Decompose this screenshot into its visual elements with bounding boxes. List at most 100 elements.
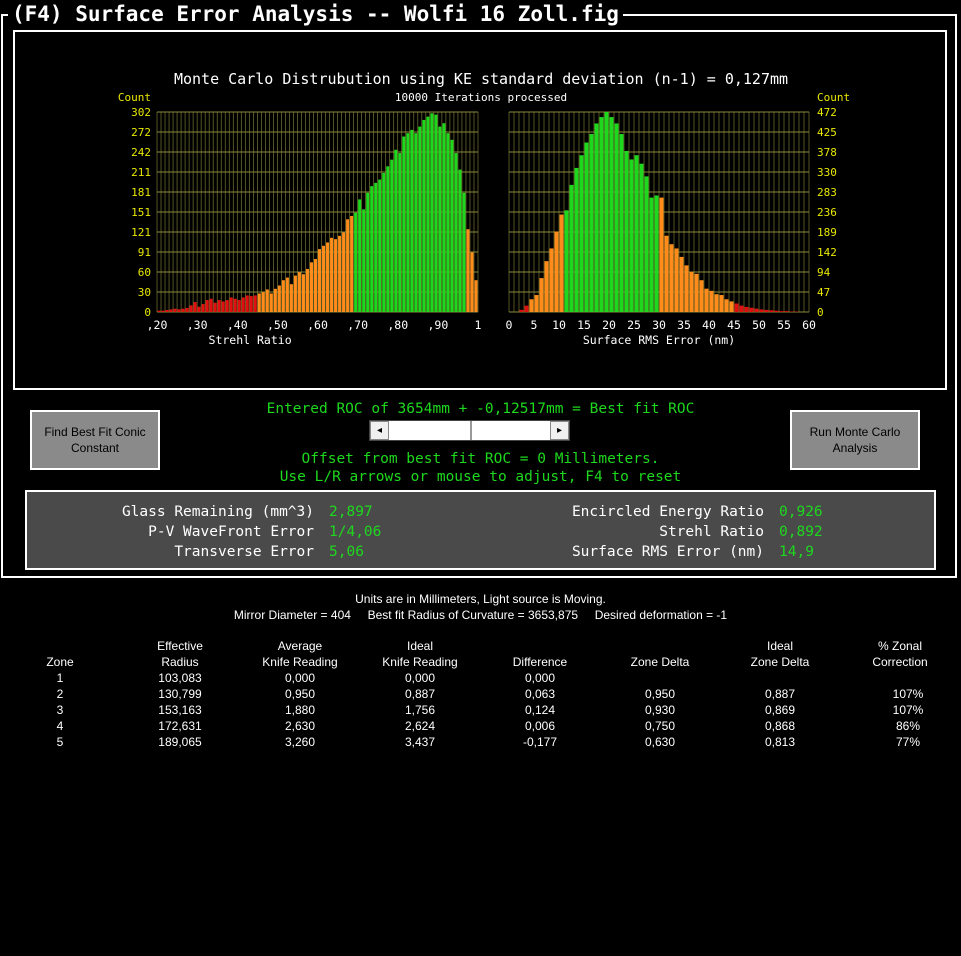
x-axis-label: Surface RMS Error (nm) — [583, 333, 735, 347]
table-cell: 0,950 — [284, 687, 316, 701]
table-header: Zone Delta — [630, 655, 690, 669]
slider-left-arrow-icon[interactable]: ◂ — [370, 421, 389, 440]
histogram-bar — [217, 300, 221, 312]
table-header: Knife Reading — [262, 655, 338, 669]
histogram-bar — [193, 302, 197, 312]
table-cell: 2,624 — [404, 719, 436, 733]
histogram-bar — [569, 184, 574, 312]
x-tick-label: 0 — [506, 318, 513, 332]
histogram-bar — [724, 299, 729, 312]
y-axis-label: Count — [118, 91, 151, 104]
y-tick-label: 121 — [131, 226, 151, 239]
table-cell: 130,799 — [158, 687, 202, 701]
histogram-bar — [354, 212, 358, 312]
y-tick-label: 283 — [817, 186, 837, 199]
histogram-bar — [330, 237, 334, 312]
y-tick-label: 181 — [131, 186, 151, 199]
histogram-bar — [719, 295, 724, 312]
histogram-bar — [474, 280, 478, 312]
histogram-bar — [470, 252, 474, 312]
histogram-bar — [213, 302, 217, 312]
encircled-energy-label: Encircled Energy Ratio — [571, 504, 764, 520]
histogram-bar — [318, 249, 322, 312]
x-tick-label: 25 — [627, 318, 641, 332]
table-cell: 0,887 — [404, 687, 436, 701]
x-tick-label: 1 — [475, 318, 482, 332]
table-cell: 2,630 — [284, 719, 316, 733]
histogram-bar — [201, 304, 205, 312]
histogram-bar — [414, 133, 418, 312]
histogram-bar — [624, 150, 629, 312]
histogram-bar — [406, 133, 410, 312]
histogram-bar — [454, 153, 458, 312]
histogram-bar — [784, 311, 789, 312]
x-tick-label: 15 — [577, 318, 591, 332]
histogram-bar — [466, 229, 470, 312]
y-tick-label: 189 — [817, 226, 837, 239]
histogram-bar — [779, 311, 784, 312]
histogram-bar — [649, 197, 654, 312]
histogram-charts: Monte Carlo Distrubution using KE standa… — [118, 70, 850, 347]
histogram-bar — [634, 155, 639, 312]
histogram-bar — [418, 126, 422, 312]
slider-thumb[interactable] — [469, 421, 472, 440]
table-cell: 0,000 — [284, 671, 316, 685]
slider-right-arrow-icon[interactable]: ▸ — [550, 421, 569, 440]
roc-line: Entered ROC of 3654mm + -0,12517mm = Bes… — [266, 401, 695, 417]
histogram-bar — [564, 210, 569, 312]
y-tick-label: 236 — [817, 206, 837, 219]
histogram-bar — [739, 305, 744, 312]
histogram-bar — [205, 300, 209, 312]
table-header: Zone Delta — [750, 655, 810, 669]
table-cell: 2 — [56, 687, 64, 701]
histogram-bar — [534, 295, 539, 312]
x-tick-label: ,90 — [427, 318, 448, 332]
histogram-bar — [679, 256, 684, 312]
histogram-bar — [609, 117, 614, 312]
y-tick-label: 272 — [131, 126, 151, 139]
histogram-bar — [334, 239, 338, 312]
transverse-error-label: Transverse Error — [174, 544, 314, 560]
histogram-bar — [338, 235, 342, 312]
chart-panel: Monte Carlo Distrubution using KE standa… — [13, 30, 947, 390]
glass-remaining-value: 2,897 — [329, 504, 373, 520]
encircled-energy-value: 0,926 — [779, 504, 823, 520]
histogram-bar — [458, 169, 462, 312]
table-cell: -0,177 — [522, 735, 558, 749]
x-tick-label: 60 — [802, 318, 816, 332]
y-tick-label: 242 — [131, 146, 151, 159]
histogram-bar — [614, 123, 619, 313]
x-tick-label: ,60 — [307, 318, 328, 332]
pv-wavefront-label: P-V WaveFront Error — [148, 524, 314, 540]
table-cell: 0,950 — [644, 687, 676, 701]
x-tick-label: 10 — [552, 318, 566, 332]
histogram-bar — [764, 309, 769, 312]
x-tick-label: ,50 — [267, 318, 288, 332]
histogram-bar — [654, 195, 659, 312]
histogram-bar — [769, 310, 774, 312]
table-cell: 1,756 — [404, 703, 436, 717]
histogram-bar — [446, 133, 450, 312]
histogram-bar — [524, 305, 529, 312]
y-tick-label: 91 — [138, 246, 151, 259]
histogram-bar — [362, 209, 366, 312]
surface-rms-value: 14,9 — [779, 544, 814, 560]
histogram-bar — [269, 293, 273, 312]
histogram-bar — [594, 123, 599, 313]
histogram-bar — [189, 305, 193, 312]
roc-offset-slider[interactable]: ◂ ▸ — [369, 420, 570, 441]
histogram-bar — [173, 308, 177, 312]
table-cell: 86% — [895, 719, 921, 733]
table-cell: 4 — [56, 719, 64, 733]
histogram-bar — [221, 301, 225, 312]
histogram-bar — [309, 262, 313, 312]
table-header: Ideal — [766, 639, 794, 653]
histogram-bar — [378, 179, 382, 312]
table-cell: 0,124 — [524, 703, 556, 717]
x-tick-label: 35 — [677, 318, 691, 332]
histogram-bar — [366, 192, 370, 312]
table-cell: 1,880 — [284, 703, 316, 717]
histogram-bar — [261, 292, 265, 312]
window-title: (F4) Surface Error Analysis -- Wolfi 16 … — [8, 0, 623, 28]
histogram-bar — [181, 308, 185, 312]
